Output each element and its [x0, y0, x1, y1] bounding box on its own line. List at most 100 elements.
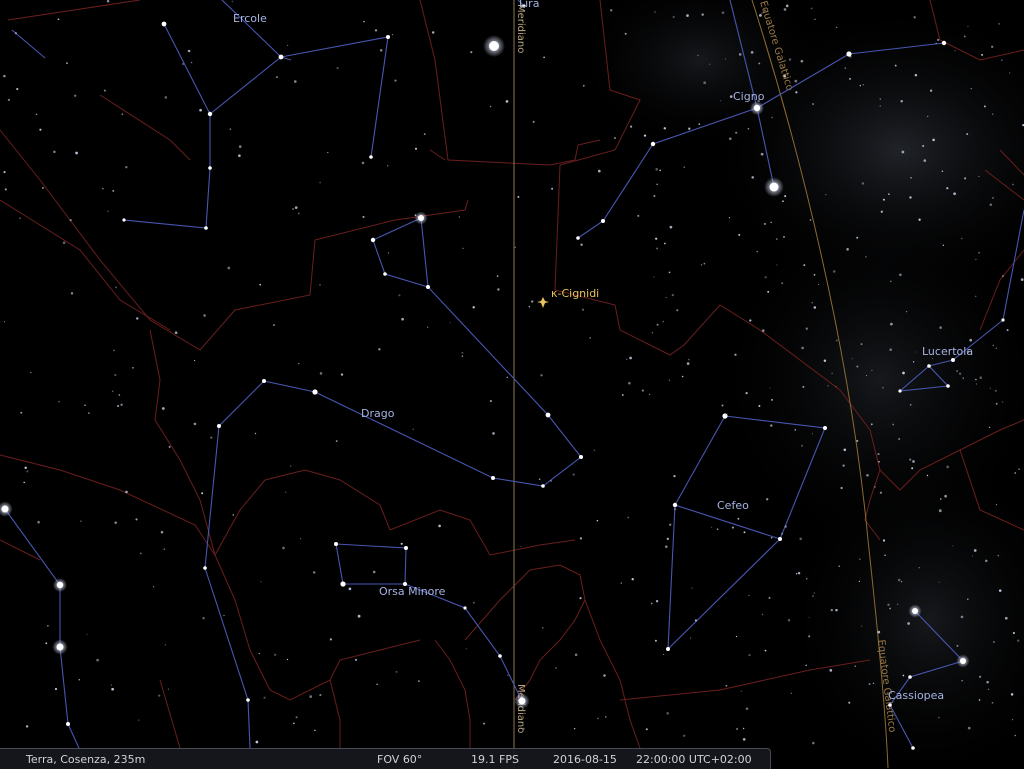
- star[interactable]: [576, 236, 580, 240]
- faint-star: [489, 105, 492, 108]
- star[interactable]: [56, 643, 64, 651]
- star[interactable]: [579, 455, 583, 459]
- star[interactable]: [66, 722, 70, 726]
- faint-star: [1001, 59, 1003, 61]
- star[interactable]: [541, 484, 545, 488]
- faint-star: [138, 719, 140, 721]
- star[interactable]: [912, 608, 918, 614]
- star[interactable]: [960, 658, 966, 664]
- faint-star: [721, 404, 724, 407]
- faint-star: [954, 50, 956, 52]
- faint-star: [603, 674, 606, 677]
- star[interactable]: [951, 358, 955, 362]
- star[interactable]: [207, 111, 213, 117]
- star[interactable]: [1001, 318, 1005, 322]
- faint-star: [912, 361, 915, 363]
- faint-star: [669, 225, 673, 229]
- star[interactable]: [769, 182, 779, 192]
- star[interactable]: [122, 218, 126, 222]
- faint-star: [805, 327, 808, 330]
- star[interactable]: [204, 226, 208, 230]
- faint-star: [628, 381, 631, 385]
- star[interactable]: [491, 476, 495, 480]
- star[interactable]: [778, 537, 782, 541]
- meteor-shower-radiant[interactable]: κ-Cignidi: [537, 287, 599, 308]
- fov-readout[interactable]: FOV 60°: [377, 753, 422, 766]
- faint-star: [121, 113, 124, 116]
- faint-star: [520, 545, 522, 548]
- faint-star: [738, 233, 741, 236]
- star[interactable]: [888, 703, 892, 707]
- star[interactable]: [672, 502, 678, 508]
- faint-star: [923, 159, 927, 162]
- faint-star: [961, 680, 963, 682]
- star[interactable]: [946, 384, 950, 388]
- star[interactable]: [262, 379, 266, 383]
- star[interactable]: [203, 566, 207, 570]
- faint-star: [289, 465, 292, 467]
- faint-star: [842, 464, 845, 467]
- date-readout[interactable]: 2016-08-15: [553, 753, 617, 766]
- star[interactable]: [246, 698, 250, 702]
- faint-star: [686, 362, 690, 365]
- faint-star: [882, 539, 886, 542]
- star[interactable]: [518, 697, 526, 705]
- star[interactable]: [161, 21, 167, 27]
- star[interactable]: [370, 237, 376, 243]
- star[interactable]: [911, 746, 915, 750]
- faint-star: [761, 613, 764, 616]
- star[interactable]: [278, 54, 284, 60]
- time-readout[interactable]: 22:00:00 UTC+02:00: [636, 753, 752, 766]
- star[interactable]: [312, 389, 318, 395]
- sky-view[interactable]: Meridiano Meridiano Equatore Galattico E…: [0, 0, 1024, 768]
- star[interactable]: [208, 166, 212, 170]
- star[interactable]: [666, 647, 670, 651]
- star[interactable]: [340, 581, 346, 587]
- star[interactable]: [56, 581, 64, 589]
- faint-star: [686, 14, 689, 17]
- faint-star: [625, 358, 628, 361]
- faint-star: [423, 133, 426, 136]
- star[interactable]: [1, 505, 9, 513]
- faint-star: [689, 637, 692, 639]
- star[interactable]: [463, 606, 467, 610]
- faint-star: [781, 532, 784, 535]
- star[interactable]: [898, 389, 902, 393]
- location-readout[interactable]: Terra, Cosenza, 235m: [26, 753, 145, 766]
- faint-star: [879, 491, 883, 494]
- star[interactable]: [418, 215, 424, 221]
- star[interactable]: [386, 35, 390, 39]
- faint-star: [193, 359, 196, 362]
- star[interactable]: [927, 364, 931, 368]
- star[interactable]: [334, 542, 338, 546]
- faint-star: [887, 603, 890, 607]
- star[interactable]: [941, 40, 947, 46]
- constellation-label-lira: Lira: [519, 0, 539, 10]
- star[interactable]: [217, 424, 221, 428]
- star[interactable]: [498, 654, 502, 658]
- faint-star: [856, 236, 859, 239]
- star[interactable]: [545, 412, 551, 418]
- star[interactable]: [369, 155, 373, 159]
- faint-star: [505, 100, 509, 103]
- faint-star: [827, 385, 829, 387]
- star[interactable]: [601, 219, 605, 223]
- faint-star: [47, 625, 49, 627]
- faint-star: [766, 498, 769, 501]
- star[interactable]: [753, 104, 761, 112]
- star[interactable]: [426, 285, 430, 289]
- star[interactable]: [650, 141, 656, 147]
- faint-star: [735, 635, 738, 638]
- star[interactable]: [489, 41, 499, 51]
- faint-star: [783, 74, 787, 78]
- faint-star: [412, 428, 414, 430]
- faint-star: [745, 707, 749, 710]
- star[interactable]: [383, 272, 387, 276]
- faint-star: [806, 578, 808, 580]
- faint-star: [313, 571, 316, 574]
- star[interactable]: [823, 426, 827, 430]
- faint-star: [814, 18, 816, 21]
- star[interactable]: [908, 675, 912, 679]
- star[interactable]: [404, 546, 408, 550]
- faint-star: [114, 521, 117, 524]
